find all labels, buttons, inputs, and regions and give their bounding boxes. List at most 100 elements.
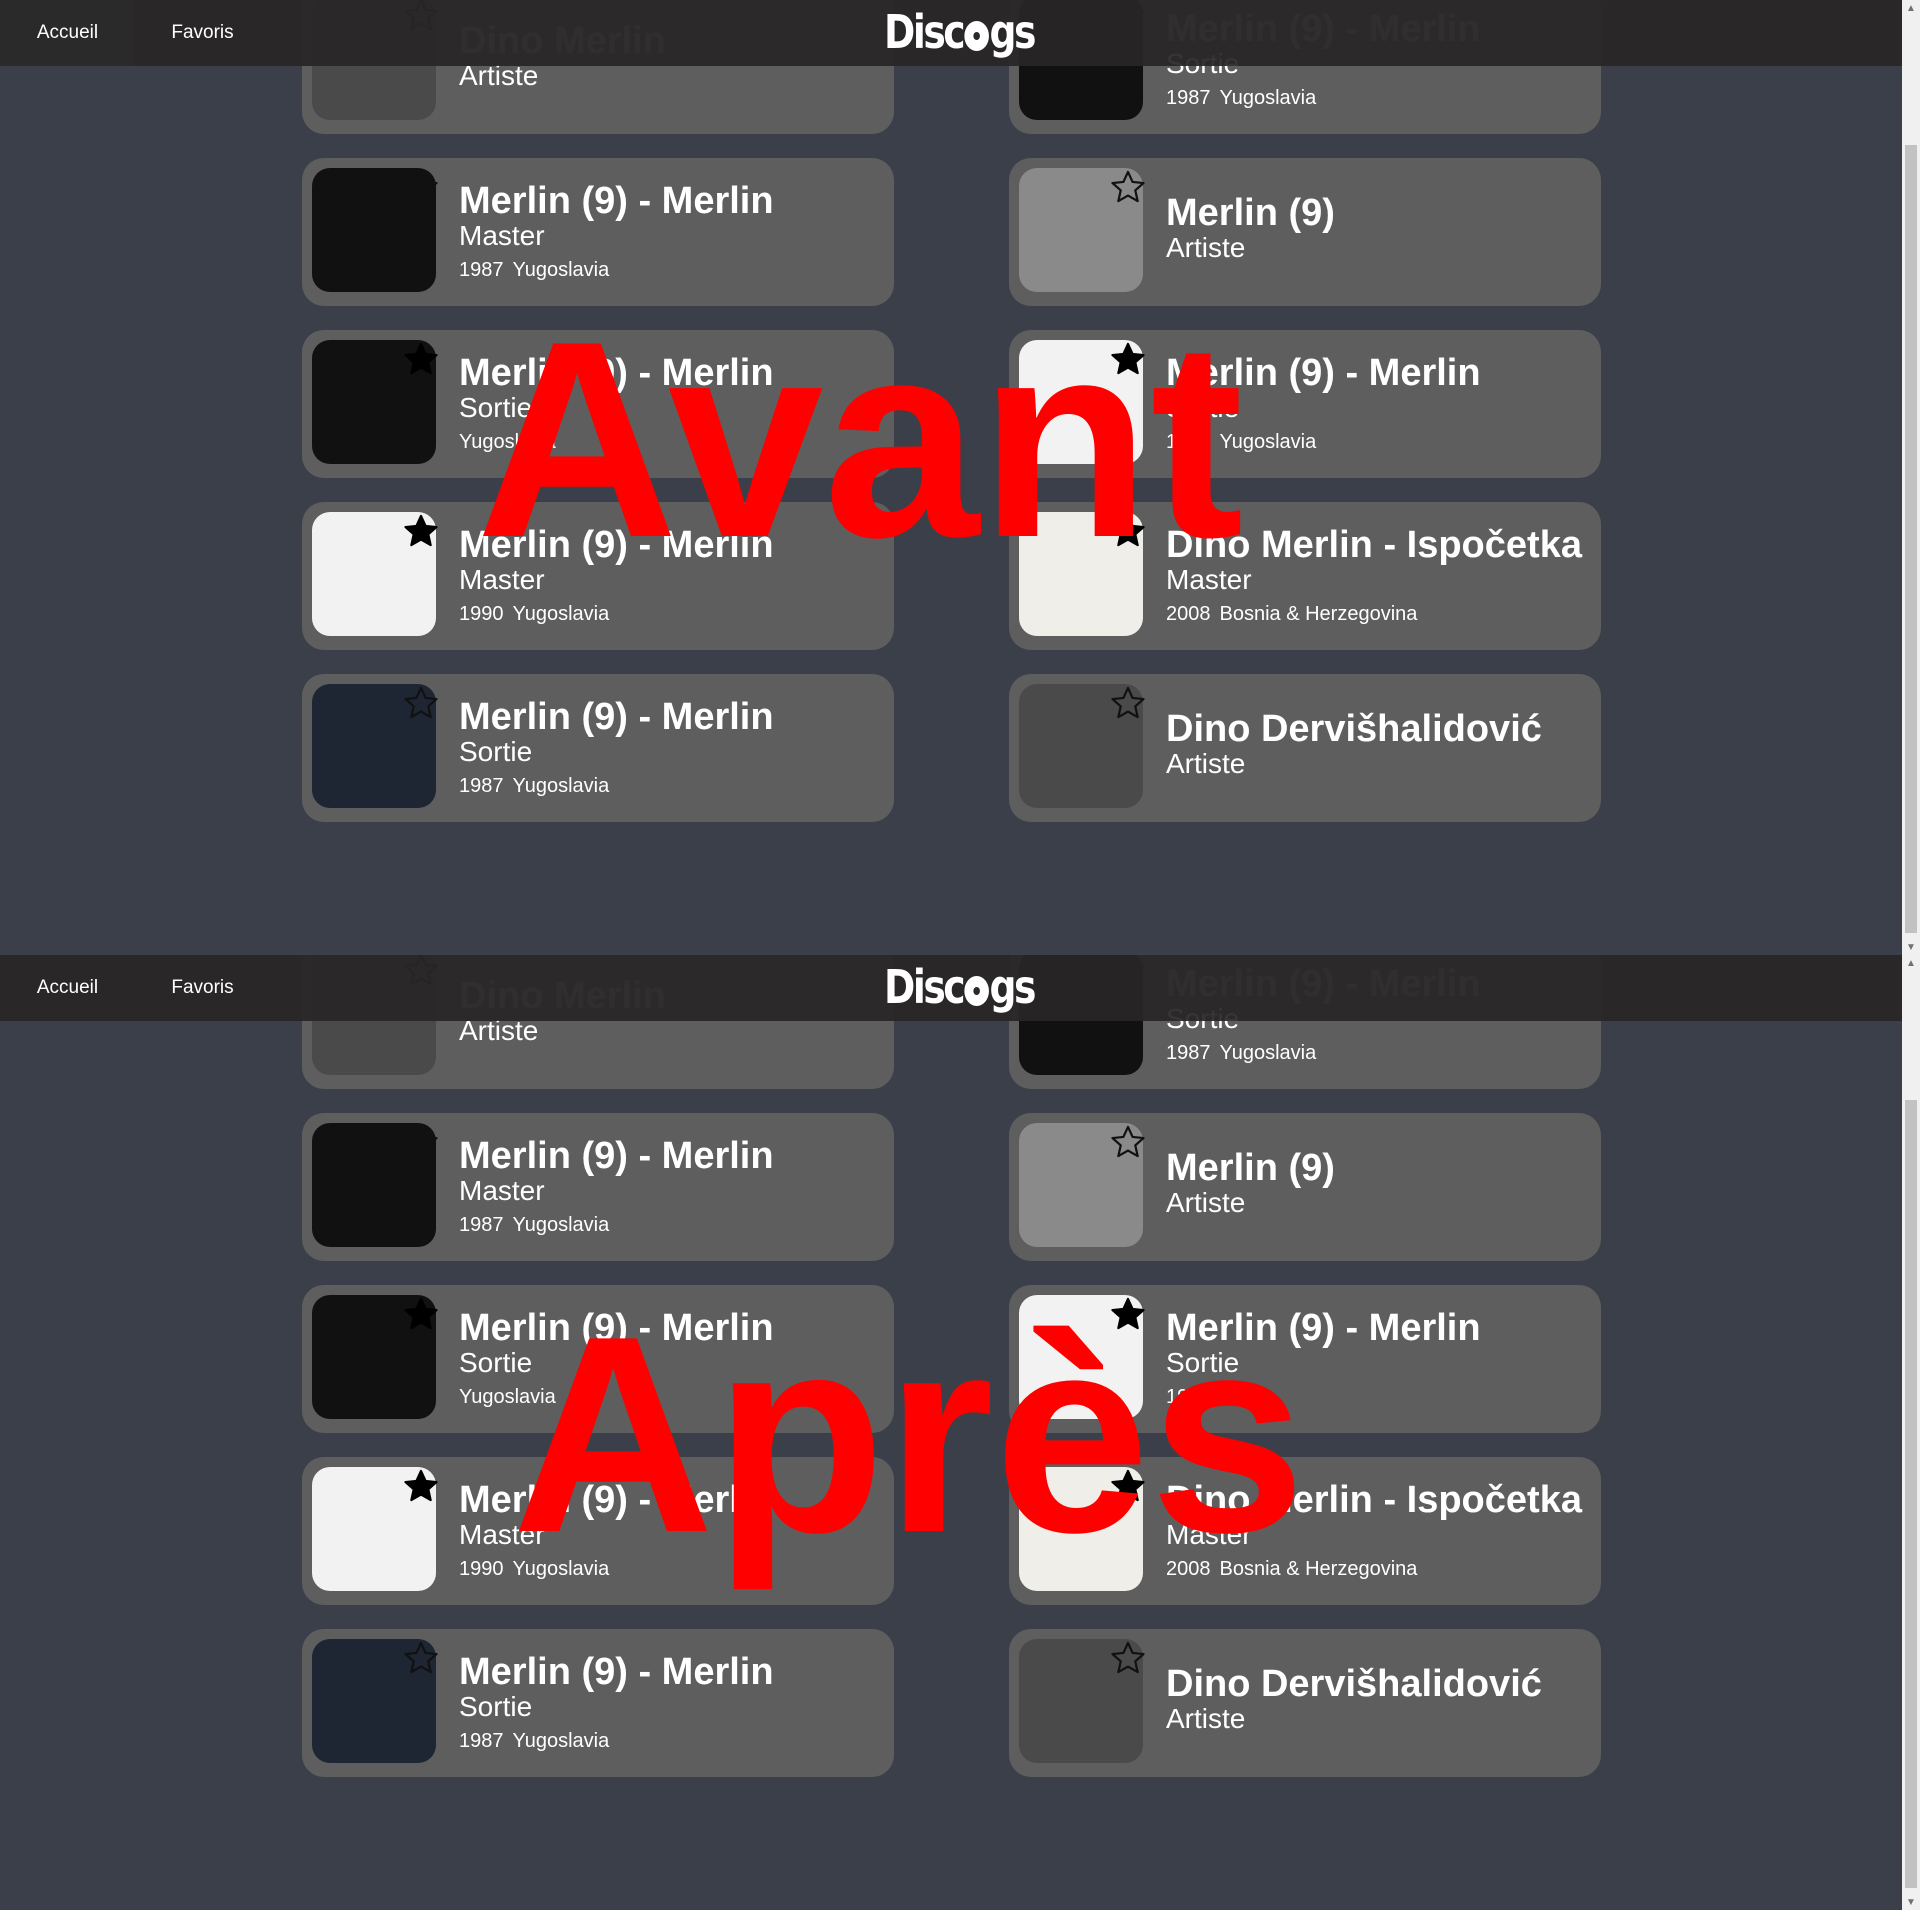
card-year: 1990 [459, 1558, 504, 1580]
result-card[interactable]: Merlin (9) - MerlinSortie 1987 Yugoslavia [302, 1629, 894, 1777]
result-card[interactable]: Merlin (9) - Merlin Sortie Yugoslavia [302, 1285, 894, 1433]
card-year: 1987 [1166, 87, 1211, 109]
star-filled-icon[interactable] [1109, 1295, 1147, 1333]
star-outline-icon[interactable] [1109, 684, 1147, 722]
card-year: 1990 [1166, 1386, 1211, 1408]
results-area: Accueil Favoris Discgs Dino MerlinArtist… [0, 955, 1902, 1910]
card-meta: Yugoslavia [459, 431, 556, 454]
result-card[interactable]: Merlin (9) - Merlin Master 1987 Yugoslavia [302, 158, 894, 306]
scrollbar[interactable]: ▲ ▼ [1902, 955, 1920, 1910]
card-title: Merlin (9) - Merlin [459, 1135, 774, 1177]
card-title: Merlin (9) - Merlin [459, 1651, 774, 1693]
card-type: Sortie [1166, 1347, 1240, 1378]
card-year: 1990 [1166, 431, 1211, 453]
card-title: Merlin (9) [1166, 1147, 1335, 1189]
card-country: Yugoslavia [459, 1386, 556, 1408]
after-panel: Accueil Favoris Discgs Dino MerlinArtist… [0, 955, 1920, 1910]
card-meta: 1987 Yugoslavia [459, 1730, 609, 1753]
star-filled-icon[interactable] [402, 512, 440, 550]
card-year: 1990 [459, 603, 504, 625]
star-outline-icon[interactable] [1109, 1123, 1147, 1161]
card-type: Master [1166, 1519, 1252, 1550]
card-title: Merlin (9) - Merlin [459, 180, 774, 222]
card-type: Master [459, 1519, 545, 1550]
card-country: Yugoslavia [1219, 431, 1317, 453]
card-type: Artiste [1166, 1703, 1246, 1734]
navbar: Accueil Favoris Disc gs [0, 0, 1902, 66]
card-country: Yugoslavia [512, 259, 610, 281]
result-card[interactable]: Merlin (9) - Merlin Sortie Yugoslavia [302, 330, 894, 478]
star-outline-icon[interactable] [402, 168, 440, 206]
card-year: 2008 [1166, 603, 1211, 625]
card-type: Master [459, 220, 545, 251]
card-country: Bosnia & Herzegovina [1219, 1558, 1418, 1580]
card-type: Sortie [459, 1347, 533, 1378]
scrollbar[interactable]: ▲ ▼ [1902, 0, 1920, 955]
star-outline-icon[interactable] [402, 1123, 440, 1161]
result-card[interactable]: Dino Merlin - Ispočetka Master 2008 Bosnia … [1009, 502, 1601, 650]
card-type: Artiste [1166, 1187, 1246, 1218]
scroll-down-icon[interactable]: ▼ [1902, 939, 1920, 955]
nav-home-button[interactable]: Accueil [0, 0, 135, 66]
discogs-logo: Disc gs [884, 960, 1036, 1014]
card-country: Yugoslavia [512, 603, 610, 625]
result-card[interactable]: Merlin (9) - Merlin Sortie 1990 [1009, 1285, 1601, 1433]
nav-favorites-button[interactable]: Favoris [135, 955, 270, 1021]
card-meta: Yugoslavia [459, 1386, 556, 1409]
result-card[interactable]: Merlin (9) Artiste [1009, 158, 1601, 306]
card-year: 1987 [1166, 1042, 1211, 1064]
result-card[interactable]: Merlin (9) - MerlinSortie 1987 Yugoslavia [302, 674, 894, 822]
card-country: Yugoslavia [459, 431, 556, 453]
result-card[interactable]: Merlin (9) Artiste [1009, 1113, 1601, 1261]
card-meta: 1990 Yugoslavia [1166, 431, 1316, 454]
result-card[interactable]: Merlin (9) - Merlin Sortie 1990 Yugoslavia [1009, 330, 1601, 478]
card-title: Merlin (9) - Merlin [1166, 352, 1481, 394]
scrollbar-thumb[interactable] [1905, 1100, 1917, 1888]
card-country: Yugoslavia [512, 1730, 610, 1752]
before-panel: Accueil Favoris Discgs Dino MerlinArtist… [0, 0, 1920, 955]
star-filled-icon[interactable] [402, 1467, 440, 1505]
card-type: Sortie [459, 392, 533, 423]
nav-home-button[interactable]: Accueil [0, 955, 135, 1021]
card-title: Merlin (9) - Merlin [459, 1479, 774, 1521]
star-filled-icon[interactable] [1109, 512, 1147, 550]
result-card[interactable]: Dino Dervišhalidović Artiste [1009, 674, 1601, 822]
result-card[interactable]: Dino Dervišhalidović Artiste [1009, 1629, 1601, 1777]
star-filled-icon[interactable] [402, 340, 440, 378]
nav-favorites-button[interactable]: Favoris [135, 0, 270, 66]
card-year: 1987 [459, 259, 504, 281]
scroll-down-icon[interactable]: ▼ [1902, 1894, 1920, 1910]
scroll-up-icon[interactable]: ▲ [1902, 955, 1920, 971]
card-country: Yugoslavia [512, 1558, 610, 1580]
card-year: 1987 [459, 775, 504, 797]
scrollbar-thumb[interactable] [1905, 145, 1917, 933]
card-country: Bosnia & Herzegovina [1219, 603, 1418, 625]
card-type: Sortie [459, 1691, 533, 1722]
card-title: Merlin (9) - Merlin [1166, 1307, 1481, 1349]
result-card[interactable]: Merlin (9) - Merlin Master 1987 Yugoslavia [302, 1113, 894, 1261]
star-outline-icon[interactable] [402, 1639, 440, 1677]
card-meta: 1987 Yugoslavia [459, 775, 609, 798]
card-year: 2008 [1166, 1558, 1211, 1580]
result-card[interactable]: Merlin (9) - Merlin Master 1990 Yugoslavia [302, 502, 894, 650]
scroll-up-icon[interactable]: ▲ [1902, 0, 1920, 16]
card-meta: 2008 Bosnia & Herzegovina [1166, 1558, 1417, 1581]
card-type: Master [459, 564, 545, 595]
card-type: Artiste [1166, 748, 1246, 779]
result-card[interactable]: Dino Merlin - Ispočetka Master 2008 Bosnia … [1009, 1457, 1601, 1605]
star-filled-icon[interactable] [1109, 1467, 1147, 1505]
star-filled-icon[interactable] [1109, 340, 1147, 378]
result-card[interactable]: Merlin (9) - Merlin Master 1990 Yugoslavia [302, 1457, 894, 1605]
discogs-logo: Disc gs [884, 5, 1036, 59]
card-title: Merlin (9) - Merlin [459, 524, 774, 566]
card-meta: 1990 Yugoslavia [459, 603, 609, 626]
star-outline-icon[interactable] [1109, 1639, 1147, 1677]
card-meta: 2008 Bosnia & Herzegovina [1166, 603, 1417, 626]
star-outline-icon[interactable] [1109, 168, 1147, 206]
star-filled-icon[interactable] [402, 1295, 440, 1333]
star-outline-icon[interactable] [402, 684, 440, 722]
navbar: Accueil Favoris Disc gs [0, 955, 1902, 1021]
card-country: Yugoslavia [512, 775, 610, 797]
card-meta: 1987 Yugoslavia [459, 1214, 609, 1237]
card-title: Dino Merlin - Ispočetka [1166, 524, 1582, 566]
